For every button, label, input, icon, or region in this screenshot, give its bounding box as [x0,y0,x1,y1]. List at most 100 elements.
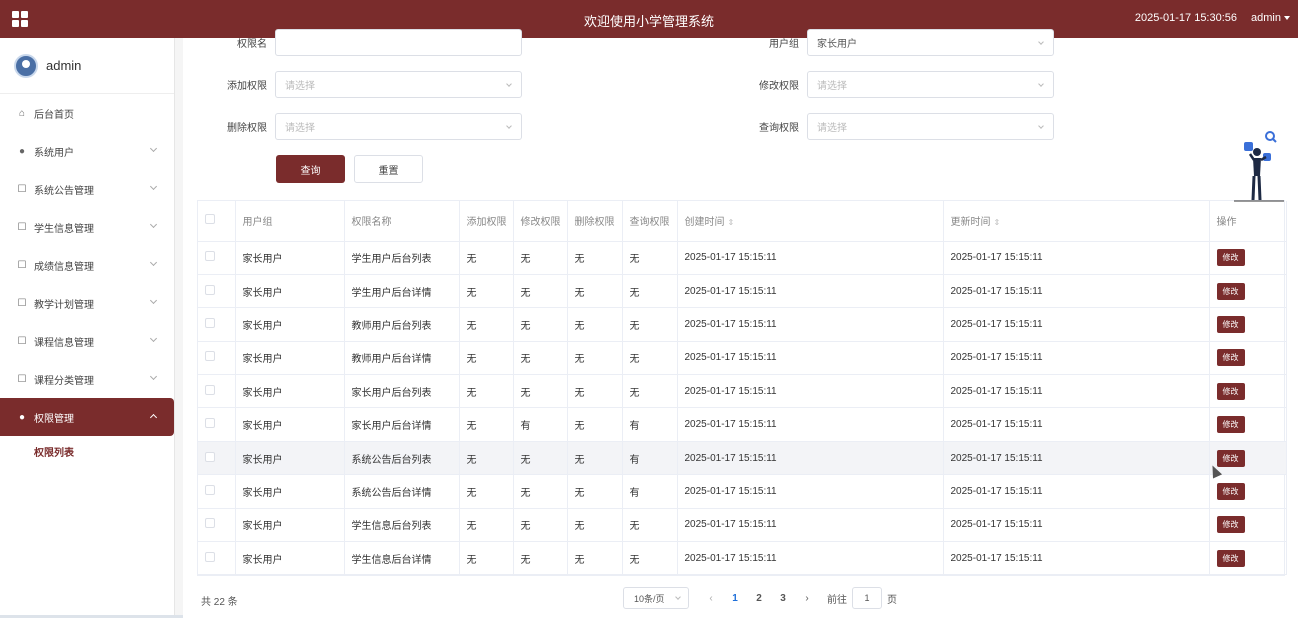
table-cell: 2025-01-17 15:15:11 [677,407,944,442]
add-perm-select[interactable]: 请选择 [275,71,522,98]
edit-button[interactable]: 修改 [1216,315,1245,333]
menu-grid-icon[interactable] [12,11,28,27]
delete-perm-label: 删除权限 [227,123,267,134]
row-checkbox[interactable] [205,418,215,429]
edit-button[interactable]: 修改 [1216,382,1245,400]
table-cell: 无 [459,541,514,576]
table-cell: 无 [459,474,514,509]
table-cell: 系统公告后台列表 [344,441,460,476]
user-icon: ● [18,145,26,157]
edit-button[interactable]: 修改 [1216,349,1245,367]
prev-page-icon[interactable]: ‹ [699,593,723,604]
table-cell: 无 [567,307,623,342]
row-checkbox[interactable] [205,251,215,262]
next-page-icon[interactable]: › [795,593,819,604]
row-select-cell [198,474,236,509]
table-cell: 无 [459,508,514,543]
edit-icon: ☐ [17,183,27,195]
row-checkbox[interactable] [205,351,215,362]
col-header: 添加权限 [459,201,514,242]
chevron-down-icon [506,81,512,87]
edit-button[interactable]: 修改 [1216,282,1245,300]
row-checkbox[interactable] [205,317,215,328]
edit-button[interactable]: 修改 [1216,482,1245,500]
table-cell: 无 [459,441,514,476]
sidebar-item-permissions[interactable]: ● 权限管理 [0,398,174,436]
sidebar-subitem-permission-list[interactable]: 权限列表 [0,436,174,466]
sidebar-item-notice[interactable]: ☐ 系统公告管理 [0,170,174,208]
row-checkbox[interactable] [205,451,215,462]
edit-icon: ☐ [17,297,27,309]
edit-button[interactable]: 修改 [1216,516,1245,534]
edit-button[interactable]: 修改 [1216,549,1245,567]
row-checkbox[interactable] [205,484,215,495]
header-right: 2025-01-17 15:30:56 admin [1135,12,1290,24]
table-cell: 无 [459,274,514,309]
edit-button[interactable]: 修改 [1216,449,1245,467]
table-cell: 2025-01-17 15:15:11 [943,241,1210,275]
col-header-created[interactable]: 创建时间 ⇕ [677,201,944,242]
table-cell: 无 [513,341,568,376]
delete-perm-select[interactable]: 请选择 [275,113,522,140]
sidebar-item-home[interactable]: ⌂ 后台首页 [0,94,174,132]
row-checkbox[interactable] [205,284,215,295]
table-cell: 家长用户 [235,341,345,376]
table-header-row: 用户组 权限名称 添加权限 修改权限 删除权限 查询权限 创建时间 ⇕ 更新时间 ⇕… [198,201,1287,242]
edit-icon: ☐ [17,259,27,271]
delete-perm-placeholder: 请选择 [285,123,315,134]
table-cell: 无 [567,374,623,409]
query-perm-label: 查询权限 [759,123,799,134]
edit-perm-select[interactable]: 请选择 [807,71,1054,98]
col-header-updated[interactable]: 更新时间 ⇕ [943,201,1210,242]
sidebar-item-label: 权限管理 [34,413,74,425]
table-cell: 无 [622,508,678,543]
sidebar-item-label: 系统公告管理 [34,185,94,197]
sort-icon[interactable]: ⇕ [994,218,1001,227]
row-checkbox[interactable] [205,384,215,395]
table-cell: 无 [622,241,678,275]
reset-button[interactable]: 重置 [354,155,423,183]
total-count: 共 22 条 [201,597,238,608]
sidebar-item-students[interactable]: ☐ 学生信息管理 [0,208,174,246]
sidebar: admin ⌂ 后台首页 ● 系统用户 ☐ 系统公告管理 ☐ 学生信息管理 ☐ … [0,38,350,618]
action-cell: 修改 [1209,374,1287,409]
sidebar-item-course-categories[interactable]: ☐ 课程分类管理 [0,360,174,398]
edit-button[interactable]: 修改 [1216,249,1245,267]
header-user-menu[interactable]: admin [1251,12,1290,24]
row-select-cell [198,307,236,342]
sidebar-item-system-users[interactable]: ● 系统用户 [0,132,174,170]
user-group-select[interactable]: 家长用户 [807,29,1054,56]
sort-icon[interactable]: ⇕ [728,218,735,227]
page-size-select[interactable]: 10条/页 [623,587,689,609]
page-2[interactable]: 2 [747,593,771,604]
row-checkbox[interactable] [205,518,215,529]
permission-table: 用户组 权限名称 添加权限 修改权限 删除权限 查询权限 创建时间 ⇕ 更新时间 ⇕… [197,200,1287,577]
main-content: 权限名 用户组 家长用户 添加权限 请选择 修改权限 请选择 删除权限 请选择 … [183,29,1298,618]
row-checkbox[interactable] [205,551,215,562]
col-header: 权限名称 [344,201,460,242]
search-button[interactable]: 查询 [276,155,345,183]
user-group-value: 家长用户 [817,39,857,50]
chevron-down-icon [149,220,158,229]
query-perm-select[interactable]: 请选择 [807,113,1054,140]
filter-query-perm: 查询权限 请选择 [753,113,1054,140]
goto-page-input[interactable]: 1 [852,587,882,609]
filter-edit-perm: 修改权限 请选择 [753,71,1054,98]
row-select-cell [198,508,236,543]
action-cell: 修改 [1209,441,1287,476]
sidebar-item-courses[interactable]: ☐ 课程信息管理 [0,322,174,360]
page-1[interactable]: 1 [723,593,747,604]
select-all-checkbox[interactable] [205,214,215,225]
perm-name-input[interactable] [275,29,522,56]
goto-label: 前往 [827,594,847,606]
table-cell: 无 [622,307,678,342]
edit-icon: ☐ [17,221,27,233]
page-size-value: 10条/页 [634,593,665,604]
table-cell: 无 [459,407,514,442]
sidebar-item-grades[interactable]: ☐ 成绩信息管理 [0,246,174,284]
table-cell: 无 [622,341,678,376]
edit-button[interactable]: 修改 [1216,416,1245,434]
page-3[interactable]: 3 [771,593,795,604]
goto-unit: 页 [887,594,897,606]
sidebar-item-teaching-plan[interactable]: ☐ 教学计划管理 [0,284,174,322]
